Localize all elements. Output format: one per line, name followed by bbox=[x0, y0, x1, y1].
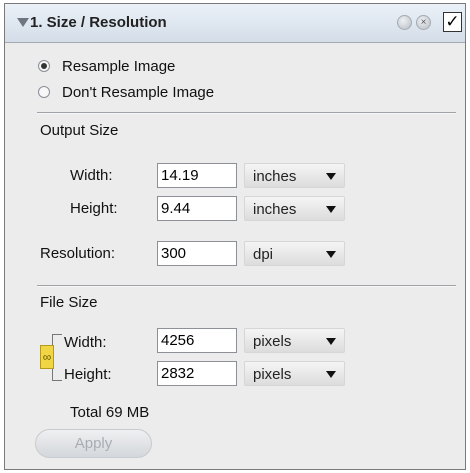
chevron-down-icon bbox=[326, 251, 336, 258]
chevron-down-icon bbox=[326, 338, 336, 345]
resolution-unit-dropdown[interactable]: dpi bbox=[244, 241, 345, 266]
pixel-height-unit-dropdown[interactable]: pixels bbox=[244, 361, 345, 386]
total-file-size: Total 69 MB bbox=[70, 404, 150, 421]
panel-header[interactable]: 1. Size / Resolution × ✓ bbox=[5, 4, 465, 43]
reset-icon[interactable] bbox=[397, 15, 412, 30]
dont-resample-image-radio[interactable] bbox=[38, 86, 50, 98]
dont-resample-image-label: Don't Resample Image bbox=[62, 84, 215, 101]
resolution-unit-label: dpi bbox=[253, 246, 274, 263]
close-icon[interactable]: × bbox=[416, 15, 431, 30]
collapse-arrow-icon[interactable] bbox=[17, 18, 29, 27]
resolution-input[interactable]: 300 bbox=[157, 241, 237, 266]
resample-image-label: Resample Image bbox=[62, 58, 176, 75]
chevron-down-icon bbox=[326, 206, 336, 213]
file-size-label: File Size bbox=[40, 294, 98, 311]
output-size-label: Output Size bbox=[40, 122, 119, 139]
apply-button[interactable]: Apply bbox=[35, 429, 152, 458]
link-bracket bbox=[52, 368, 62, 381]
pixel-width-label: Width: bbox=[64, 334, 107, 351]
pixel-width-unit-label: pixels bbox=[253, 333, 292, 350]
pixel-width-input[interactable]: 4256 bbox=[157, 328, 237, 353]
chevron-down-icon bbox=[326, 173, 336, 180]
output-width-unit-label: inches bbox=[253, 168, 297, 185]
panel-title: 1. Size / Resolution bbox=[30, 14, 167, 31]
output-height-label: Height: bbox=[70, 200, 118, 217]
output-height-unit-label: inches bbox=[253, 201, 297, 218]
resample-image-radio[interactable] bbox=[38, 60, 50, 72]
output-height-unit-dropdown[interactable]: inches bbox=[244, 196, 345, 221]
divider bbox=[37, 285, 456, 287]
enable-step-checkbox[interactable]: ✓ bbox=[443, 12, 462, 32]
pixel-height-label: Height: bbox=[64, 366, 112, 383]
output-height-input[interactable]: 9.44 bbox=[157, 196, 237, 221]
pixel-width-unit-dropdown[interactable]: pixels bbox=[244, 328, 345, 353]
chain-link-icon[interactable]: ∞ bbox=[40, 345, 54, 369]
divider bbox=[37, 112, 456, 114]
chevron-down-icon bbox=[326, 371, 336, 378]
resolution-label: Resolution: bbox=[40, 245, 116, 262]
output-width-input[interactable]: 14.19 bbox=[157, 163, 237, 188]
output-width-unit-dropdown[interactable]: inches bbox=[244, 163, 345, 188]
output-width-label: Width: bbox=[70, 167, 113, 184]
pixel-height-unit-label: pixels bbox=[253, 366, 292, 383]
pixel-height-input[interactable]: 2832 bbox=[157, 361, 237, 386]
